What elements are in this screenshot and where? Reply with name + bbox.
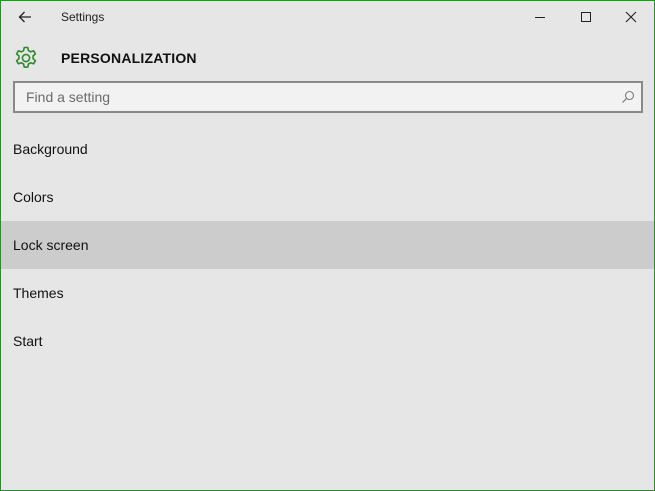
nav-item-label: Themes bbox=[13, 285, 64, 301]
nav-list: Background Colors Lock screen Themes Sta… bbox=[1, 125, 654, 365]
window-title: Settings bbox=[61, 10, 105, 24]
settings-window: Settings PERSONALIZATION Find a setting … bbox=[0, 0, 655, 491]
nav-item-background[interactable]: Background bbox=[1, 125, 654, 173]
arrow-left-icon bbox=[18, 11, 31, 23]
search-icon[interactable] bbox=[621, 90, 635, 104]
close-button[interactable] bbox=[608, 1, 654, 32]
close-icon bbox=[625, 11, 637, 22]
page-title: PERSONALIZATION bbox=[61, 50, 197, 66]
nav-item-lock-screen[interactable]: Lock screen bbox=[1, 221, 654, 269]
maximize-button[interactable] bbox=[563, 1, 609, 32]
back-button[interactable] bbox=[9, 5, 41, 29]
search-box[interactable] bbox=[13, 81, 643, 113]
page-header: PERSONALIZATION bbox=[1, 41, 654, 75]
minimize-button[interactable] bbox=[517, 1, 563, 32]
maximize-icon bbox=[581, 11, 591, 22]
nav-item-label: Lock screen bbox=[13, 237, 89, 253]
minimize-icon bbox=[535, 16, 545, 18]
nav-item-start[interactable]: Start bbox=[1, 317, 654, 365]
nav-item-label: Background bbox=[13, 141, 88, 157]
nav-item-label: Start bbox=[13, 333, 43, 349]
nav-item-themes[interactable]: Themes bbox=[1, 269, 654, 317]
gear-icon bbox=[15, 46, 37, 68]
nav-item-colors[interactable]: Colors bbox=[1, 173, 654, 221]
nav-item-label: Colors bbox=[13, 189, 54, 205]
search-input[interactable] bbox=[15, 83, 605, 111]
title-bar[interactable]: Settings bbox=[1, 1, 654, 33]
